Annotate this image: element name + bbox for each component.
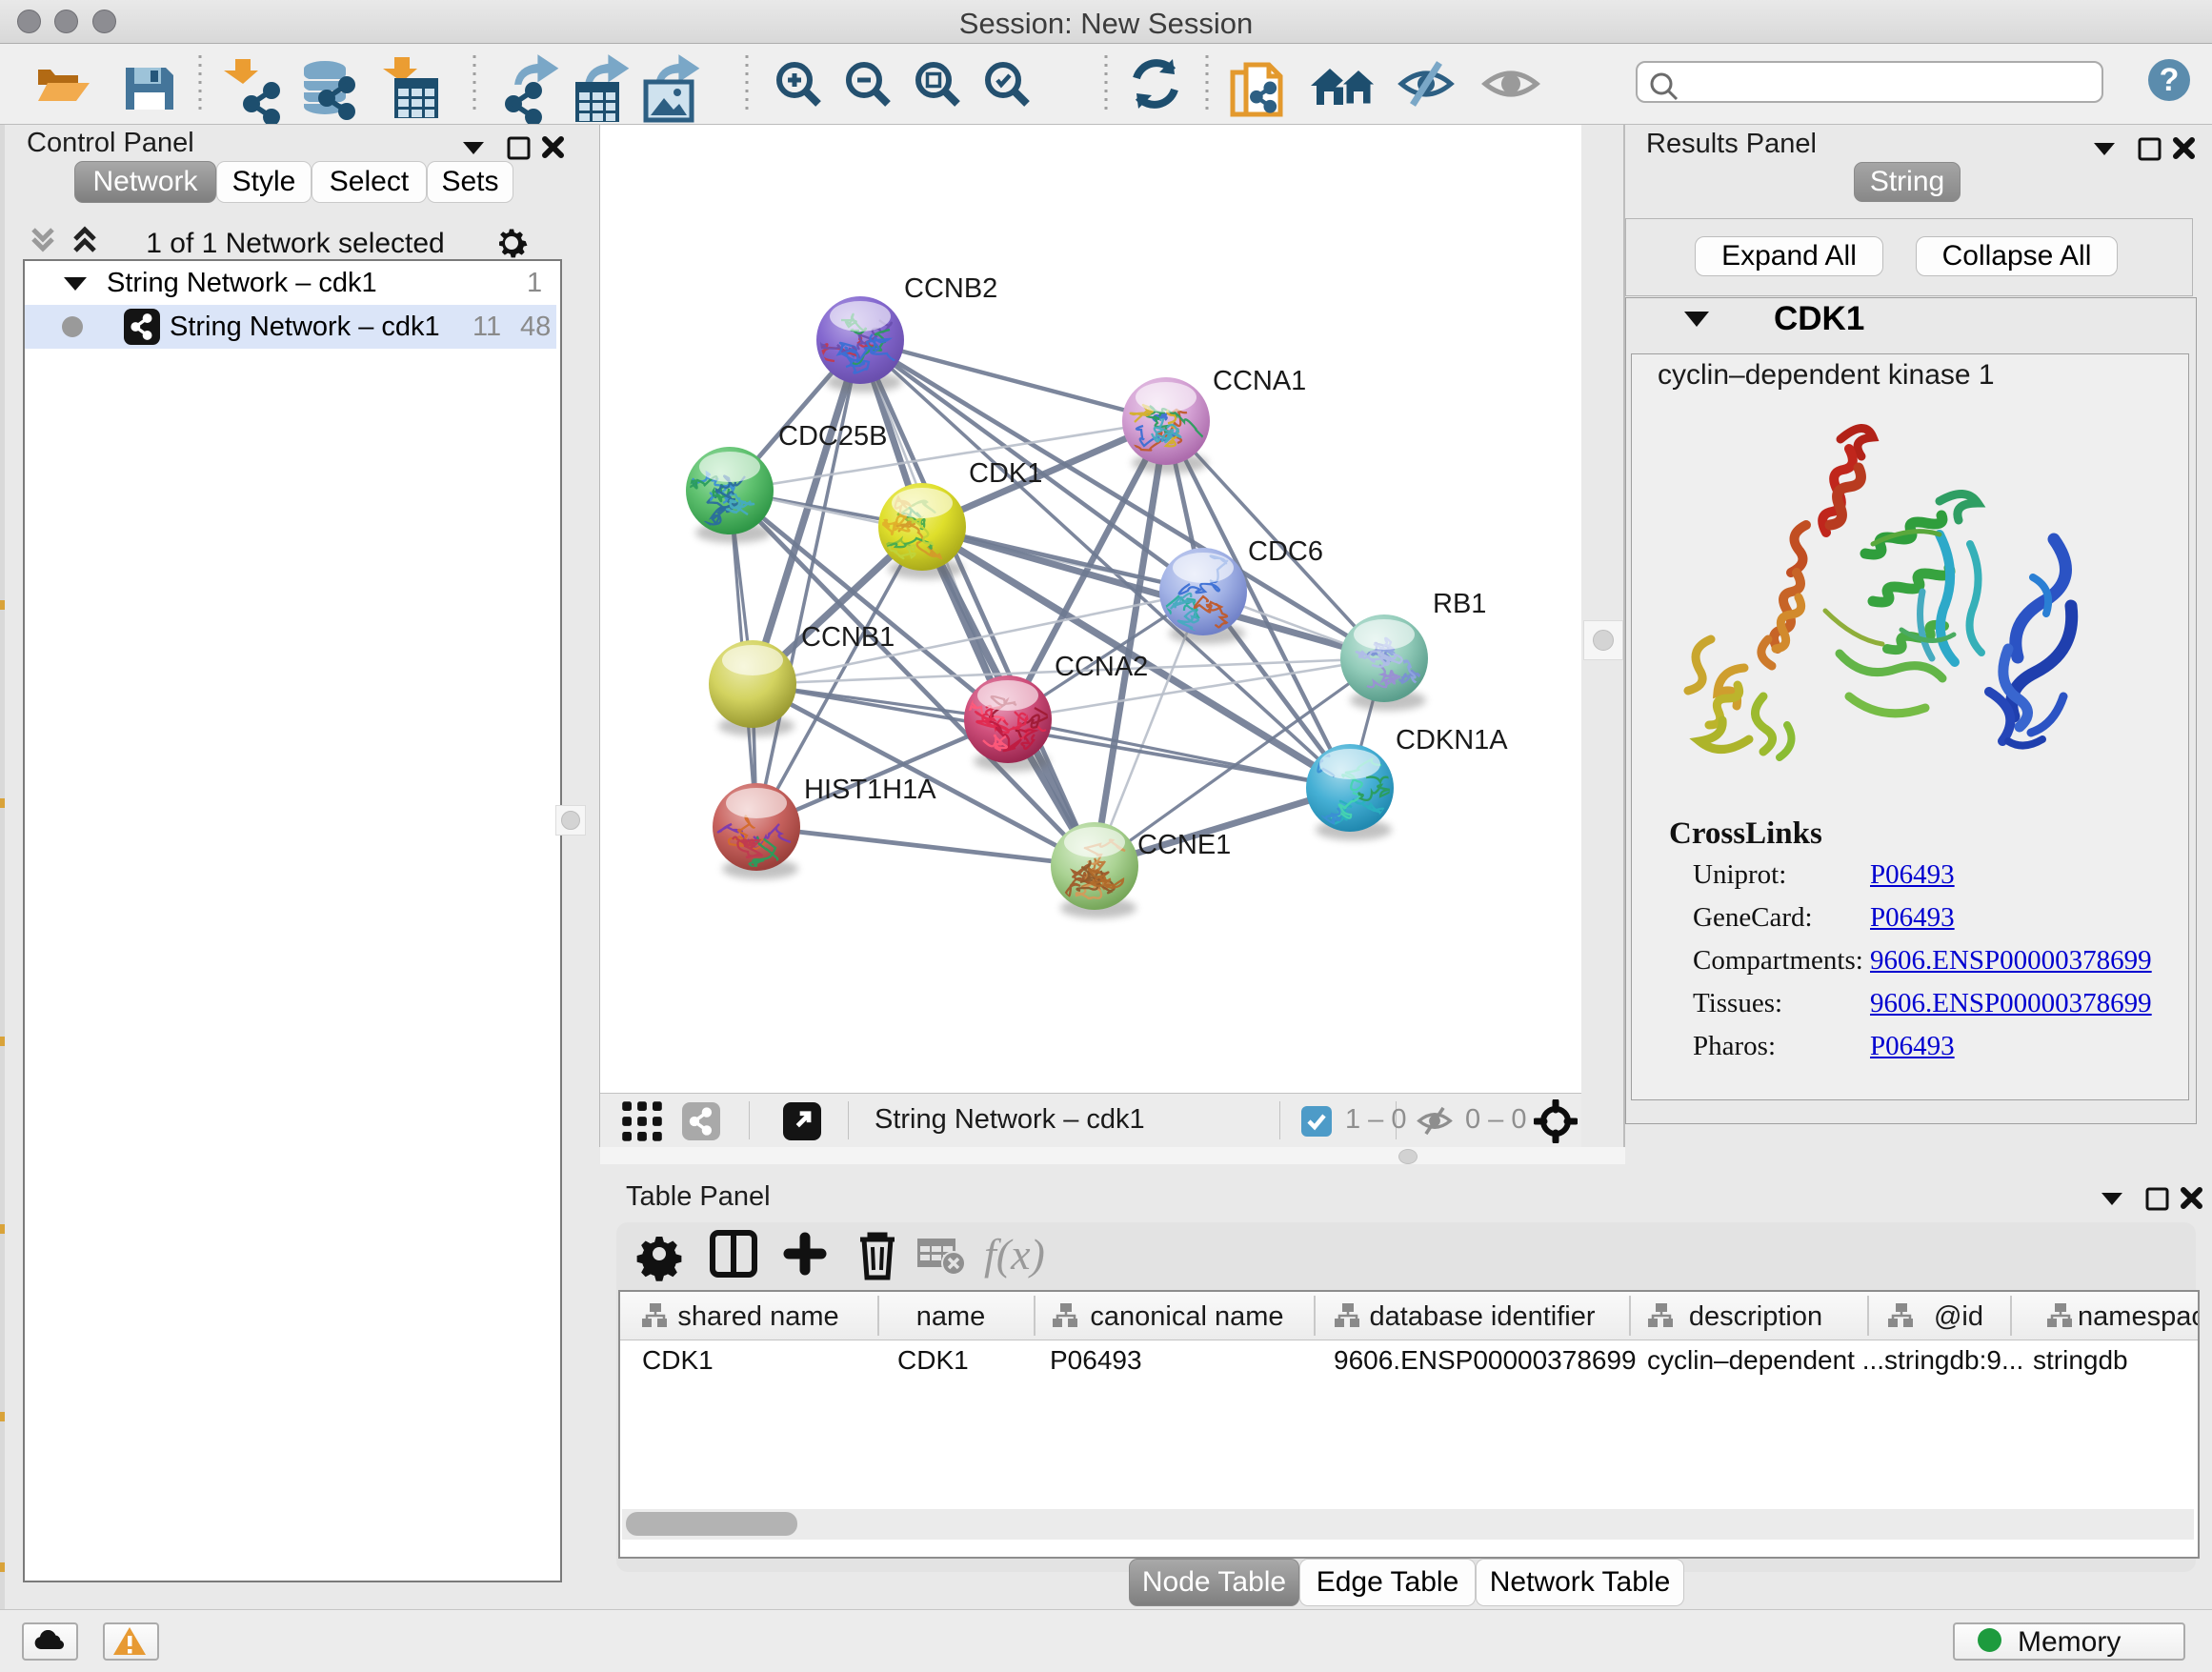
svg-text:description: description [1689, 1301, 1822, 1332]
svg-text:CCNB1: CCNB1 [801, 622, 895, 653]
svg-text:RB1: RB1 [1433, 589, 1486, 619]
svg-text:CDC6: CDC6 [1248, 536, 1323, 567]
svg-text:shared name: shared name [677, 1301, 838, 1332]
svg-text:CCNA2: CCNA2 [1055, 652, 1148, 682]
svg-text:HIST1H1A: HIST1H1A [804, 775, 936, 805]
svg-text:CCNA1: CCNA1 [1213, 366, 1306, 396]
svg-text:CDK1: CDK1 [969, 458, 1042, 489]
svg-text:@id: @id [1934, 1301, 1983, 1332]
svg-text:CCNB2: CCNB2 [904, 273, 997, 304]
svg-text:CCNE1: CCNE1 [1137, 830, 1231, 860]
svg-text:name: name [916, 1301, 986, 1332]
svg-text:database identifier: database identifier [1370, 1301, 1596, 1332]
svg-text:CDKN1A: CDKN1A [1396, 725, 1508, 755]
svg-text:canonical name: canonical name [1090, 1301, 1283, 1332]
svg-text:CDC25B: CDC25B [778, 421, 887, 452]
svg-text:f(x): f(x) [984, 1230, 1045, 1279]
svg-text:namespace: namespace [2078, 1301, 2198, 1332]
